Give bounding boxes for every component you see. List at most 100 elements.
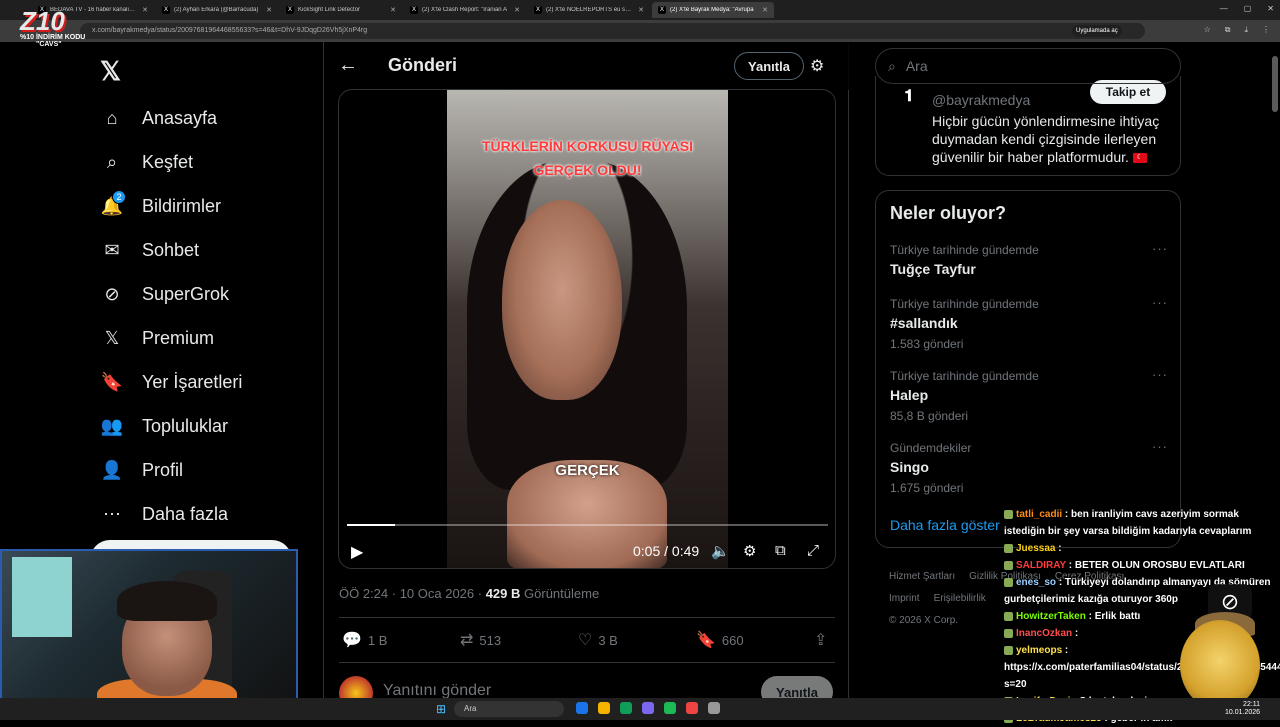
taskbar-app-icon[interactable] [708,702,720,714]
trend-context: Türkiye tarihinde gündemde [890,297,1039,311]
sidebar-item-2[interactable]: 🔔 2 Bildirimler [100,184,242,228]
x-favicon-icon: X [534,6,542,14]
page-header: ← Gönderi Yanıtla ⚙ [324,42,850,90]
taskbar-app-icon[interactable] [620,702,632,714]
video-frame[interactable]: TÜRKLERİN KORKUSU RÜYASI GERÇEK OLDU! GE… [447,90,728,568]
footer-link[interactable]: Imprint [889,593,920,604]
trend-item[interactable]: Türkiye tarihinde gündemde Tuğçe Tayfur ··… [890,241,1168,277]
more-icon[interactable]: ··· [1152,295,1168,310]
sidebar-item-1[interactable]: ⌕ Keşfet [100,140,242,184]
open-in-app-button[interactable]: Uygulamada aç [1072,25,1122,37]
chat-message: SALDIRAY : BETER OLUN OROSBU EVLATLARI [1004,557,1276,574]
video-subtitle: GERÇEK [555,462,620,479]
search-icon: ⌕ [888,57,896,74]
close-tab-icon[interactable]: ✕ [142,6,148,14]
taskbar-app-icon[interactable] [598,702,610,714]
sidebar-item-7[interactable]: 👥 Topluluklar [100,404,242,448]
video-player[interactable]: TÜRKLERİN KORKUSU RÜYASI GERÇEK OLDU! GE… [338,89,836,569]
pip-icon[interactable]: ⧉ [775,542,786,559]
sidebar-item-6[interactable]: 🔖 Yer İşaretleri [100,360,243,404]
trend-count: 1.583 gönderi [890,337,964,351]
sidebar-item-9[interactable]: ⋯ Daha fazla [100,492,242,536]
maximize-icon[interactable]: ▢ [1244,4,1252,13]
fullscreen-icon[interactable]: ⤢ [807,542,819,559]
video-progress-bar[interactable] [347,524,828,526]
close-tab-icon[interactable]: ✕ [762,6,768,14]
sliders-icon[interactable]: ⚙ [810,56,824,76]
scrollbar[interactable] [1272,56,1278,112]
browser-tab[interactable]: X (2) X'te NOELREPORTS eu se "h ✕ [528,2,650,18]
post-meta: ÖÖ 2:24 · 10 Oca 2026 · 429 B Görüntülem… [339,586,599,601]
search-box[interactable]: ⌕ Ara [875,48,1181,84]
close-tab-icon[interactable]: ✕ [514,6,520,14]
chat-username: InancOzkan [1016,628,1073,639]
browser-tab[interactable]: X (2) X'te Clash Report: "Iranian A ✕ [404,2,526,18]
play-icon[interactable]: ▶ [351,542,363,562]
taskbar-app-icon[interactable] [664,702,676,714]
reply-action[interactable]: 💬 1 B [342,630,387,650]
search-input[interactable]: Ara [906,58,928,74]
video-overlay-line2: GERÇEK OLDU! [533,162,642,178]
browser-tab[interactable]: X (2) Ayhan Erkara (@Barracuda) ✕ [156,2,278,18]
sidebar-item-8[interactable]: 👤 Profil [100,448,242,492]
download-icon[interactable]: ⤓ [1244,25,1248,35]
trend-count: 85,8 B gönderi [890,409,969,423]
sidebar-item-0[interactable]: ⌂ Anasayfa [100,96,242,140]
heart-icon: ♡ [578,632,593,649]
chat-badge-icon [1004,645,1013,655]
reply-header-button[interactable]: Yanıtla [734,52,804,80]
close-icon[interactable]: ✕ [1267,4,1274,13]
x-favicon-icon: X [162,6,170,14]
more-icon[interactable]: ··· [1152,439,1168,454]
share-action[interactable]: ⇪ [814,630,827,650]
star-icon[interactable]: ☆ [1204,25,1211,35]
taskbar-app-icon[interactable] [642,702,654,714]
avatar[interactable]: 𝟏 [894,82,924,112]
sidebar-item-5[interactable]: 𝕏 Premium [100,316,242,360]
minimize-icon[interactable]: — [1220,4,1228,13]
address-bar[interactable]: x.com/bayrakmedya/status/200976819644685… [80,23,1145,39]
repost-action[interactable]: ⇄ 513 [460,630,501,650]
back-arrow-icon[interactable]: ← [338,54,358,77]
views-label: Görüntüleme [520,586,600,601]
x-favicon-icon: X [658,6,666,14]
grok-icon: ⊘ [104,283,120,304]
more-icon[interactable]: ··· [1152,367,1168,382]
sidebar-item-4[interactable]: ⊘ SuperGrok [100,272,242,316]
taskbar-app-icon[interactable] [576,702,588,714]
trend-context: Türkiye tarihinde gündemde [890,369,1039,383]
extensions-icon[interactable]: ⧉ [1225,25,1231,35]
trend-item[interactable]: Türkiye tarihinde gündemde Halep 85,8 B gö… [890,367,1168,423]
like-action[interactable]: ♡ 3 B [578,630,618,650]
sidebar-item-3[interactable]: ✉ Sohbet [100,228,242,272]
sidebar-item-label: Profil [142,459,184,480]
divider [339,617,835,618]
close-tab-icon[interactable]: ✕ [390,6,396,14]
trend-item[interactable]: Türkiye tarihinde gündemde #sallandık 1.58… [890,295,1168,351]
browser-tab[interactable]: X (2) X'te Bayrak Medya: "Avrupa ✕ [652,2,774,18]
profile-handle[interactable]: @bayrakmedya [932,92,1030,108]
footer-link[interactable]: Hizmet Şartları [889,571,955,582]
sponsor-code: %10 İNDİRİM KODU [20,34,86,41]
more-icon[interactable]: ··· [1152,241,1168,256]
bookmark-action[interactable]: 🔖 660 [696,630,744,650]
close-tab-icon[interactable]: ✕ [266,6,272,14]
taskbar-search[interactable]: Ara [454,701,564,717]
chat-badge-icon [1004,560,1013,570]
taskbar-app-icon[interactable] [686,702,698,714]
gear-icon[interactable]: ⚙ [743,542,756,560]
chat-badge-icon [1004,543,1013,553]
x-logo-icon[interactable]: 𝕏 [100,56,121,87]
volume-icon[interactable]: 🔈 [711,542,730,560]
browser-tab[interactable]: X KickSight Link Detector ✕ [280,2,402,18]
trend-item[interactable]: Gündemdekiler Singo 1.675 gönderi ··· [890,439,1168,495]
chat-text: : Erlik battı [1088,611,1141,622]
show-more-link[interactable]: Daha fazla göster [890,517,1000,533]
windows-start-icon[interactable]: ⊞ [436,702,446,716]
trend-context: Türkiye tarihinde gündemde [890,243,1039,257]
post-timestamp[interactable]: ÖÖ 2:24 · 10 Oca 2026 · [339,586,486,601]
webcam-hair [117,581,217,621]
close-tab-icon[interactable]: ✕ [638,6,644,14]
footer-link[interactable]: Erişilebilirlik [934,593,986,604]
menu-icon[interactable]: ⋮ [1262,25,1270,35]
